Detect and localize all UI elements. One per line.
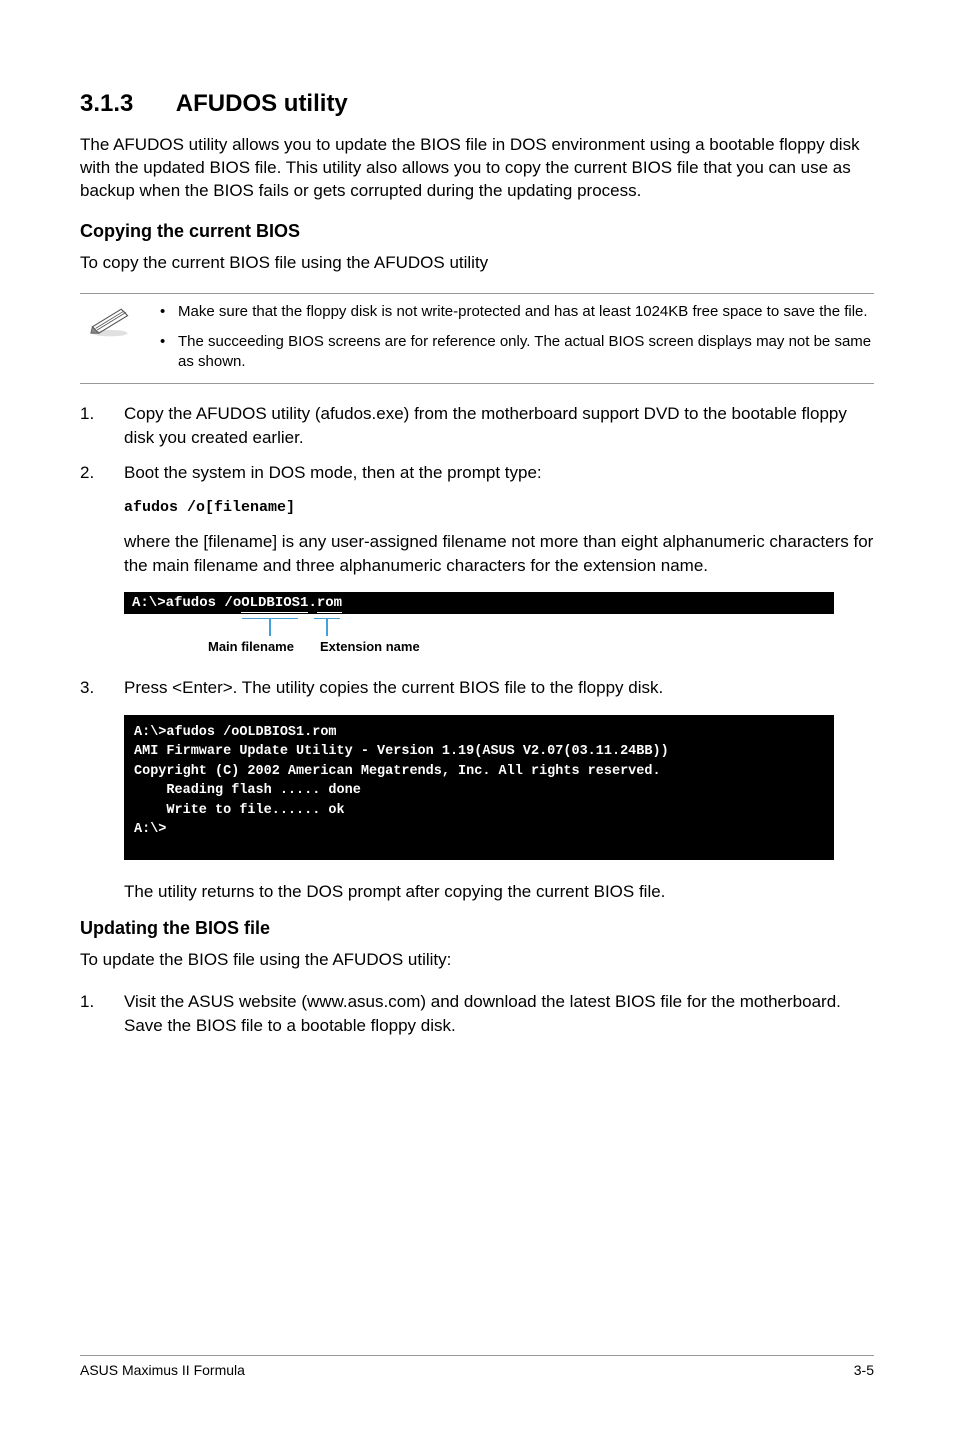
update-steps: 1. Visit the ASUS website (www.asus.com)… [80, 990, 874, 1039]
strip-prompt: A:\>afudos /o [132, 595, 241, 611]
step-text: Boot the system in DOS mode, then at the… [124, 463, 542, 482]
update-lead: To update the BIOS file using the AFUDOS… [80, 949, 874, 972]
strip-dot: . [308, 595, 316, 611]
footer-left: ASUS Maximus II Formula [80, 1362, 245, 1378]
note-item: Make sure that the floppy disk is not wr… [158, 302, 874, 322]
intro-paragraph: The AFUDOS utility allows you to update … [80, 134, 874, 203]
note-box: Make sure that the floppy disk is not wr… [80, 293, 874, 384]
step-text: Copy the AFUDOS utility (afudos.exe) fro… [124, 404, 847, 448]
note-list: Make sure that the floppy disk is not wr… [158, 302, 874, 373]
strip-ext: rom [317, 595, 342, 613]
step-item: 3. Press <Enter>. The utility copies the… [80, 676, 874, 701]
copy-steps-3: 3. Press <Enter>. The utility copies the… [80, 676, 874, 701]
note-item: The succeeding BIOS screens are for refe… [158, 332, 874, 373]
command-strip: A:\>afudos /oOLDBIOS1.rom [124, 592, 834, 614]
command-code: afudos /o[filename] [124, 499, 874, 516]
annotation-lines-icon [242, 618, 402, 640]
step-number: 3. [80, 676, 94, 701]
page-footer: ASUS Maximus II Formula 3-5 [80, 1355, 874, 1378]
update-heading: Updating the BIOS file [80, 918, 874, 939]
section-heading: 3.1.3 AFUDOS utility [80, 90, 874, 118]
step-text: Visit the ASUS website (www.asus.com) an… [124, 992, 841, 1036]
section-title: AFUDOS utility [176, 90, 348, 117]
footer-right: 3-5 [854, 1362, 874, 1378]
step-item: 1. Visit the ASUS website (www.asus.com)… [80, 990, 874, 1039]
note-pencil-icon [80, 302, 140, 373]
command-description: where the [filename] is any user-assigne… [124, 530, 874, 578]
command-bar: A:\>afudos /oOLDBIOS1.rom [124, 592, 834, 614]
strip-main: OLDBIOS1 [241, 595, 308, 613]
after-terminal-text: The utility returns to the DOS prompt af… [124, 880, 874, 904]
annot-ext-label: Extension name [320, 639, 420, 654]
step-number: 1. [80, 990, 94, 1015]
step-number: 1. [80, 402, 94, 427]
annot-main-label: Main filename [208, 639, 294, 654]
annotation: Main filename Extension name [124, 618, 874, 662]
copy-steps: 1. Copy the AFUDOS utility (afudos.exe) … [80, 402, 874, 486]
step-number: 2. [80, 461, 94, 486]
copy-heading: Copying the current BIOS [80, 221, 874, 242]
step-text: Press <Enter>. The utility copies the cu… [124, 678, 663, 697]
terminal-output: A:\>afudos /oOLDBIOS1.rom AMI Firmware U… [124, 715, 834, 860]
step-item: 2. Boot the system in DOS mode, then at … [80, 461, 874, 486]
copy-lead: To copy the current BIOS file using the … [80, 252, 874, 275]
section-number: 3.1.3 [80, 90, 170, 118]
step-item: 1. Copy the AFUDOS utility (afudos.exe) … [80, 402, 874, 451]
